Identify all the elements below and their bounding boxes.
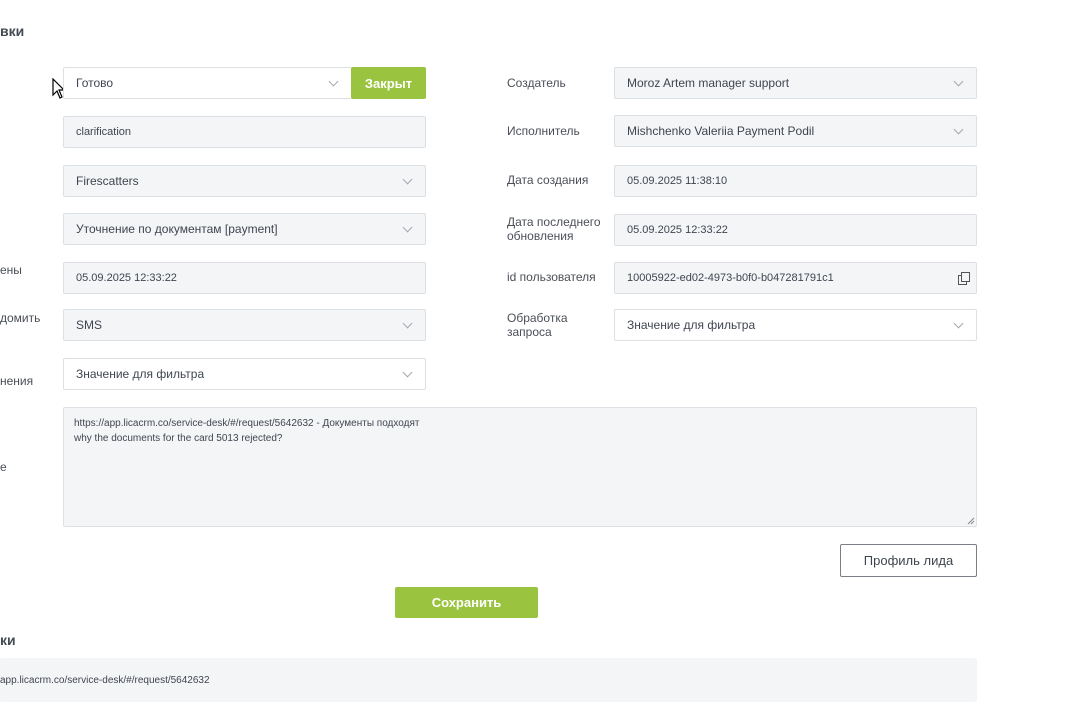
updated-label: Дата последнего обновления [507, 215, 601, 243]
created-label: Дата создания [507, 173, 589, 187]
comment-textarea[interactable]: https://app.licacrm.co/service-desk/#/re… [63, 407, 977, 527]
executor-select[interactable]: Mishchenko Valeriia Payment Podil [614, 115, 977, 147]
user-id-field[interactable]: 10005922-ed02-4973-b0f0-b047281791c1 [614, 262, 977, 294]
changed-date-field[interactable]: 05.09.2025 12:33:22 [63, 262, 426, 294]
creator-value: Moroz Artem manager support [627, 76, 790, 90]
chevron-down-icon [953, 76, 964, 86]
creator-select[interactable]: Moroz Artem manager support [614, 67, 977, 99]
executor-label: Исполнитель [507, 124, 580, 138]
notify-method-value: SMS [76, 318, 103, 332]
resize-handle-icon[interactable] [967, 517, 975, 525]
notify-label: домить [0, 311, 41, 325]
updated-date-value: 05.09.2025 12:33:22 [627, 224, 728, 236]
comment-line-2: why the documents for the card 5013 reje… [74, 433, 283, 444]
close-status-button[interactable]: Закрыт [351, 67, 426, 99]
resolution-select[interactable]: Значение для фильтра [63, 358, 426, 390]
page-title: вки [0, 23, 25, 39]
updated-label-line1: Дата последнего [507, 215, 601, 229]
processing-label-line2: запроса [507, 325, 552, 339]
creator-label: Создатель [507, 76, 566, 90]
project-value: Firescatters [76, 174, 139, 188]
category-select[interactable]: Уточнение по документам [payment] [63, 213, 426, 245]
request-link[interactable]: app.licacrm.co/service-desk/#/request/56… [0, 675, 210, 686]
comment-label: е [0, 460, 7, 474]
copy-icon[interactable] [958, 272, 970, 285]
chevron-down-icon [402, 367, 413, 377]
created-date-value: 05.09.2025 11:38:10 [627, 175, 728, 187]
chevron-down-icon [402, 222, 413, 232]
changed-label: ены [0, 263, 22, 277]
changed-date-value: 05.09.2025 12:33:22 [76, 272, 177, 284]
link-row: app.licacrm.co/service-desk/#/request/56… [0, 658, 977, 702]
resolution-value: Значение для фильтра [76, 367, 205, 381]
processing-label-line1: Обработка [507, 311, 568, 325]
tag-input[interactable]: clarification [63, 116, 426, 148]
processing-label: Обработка запроса [507, 311, 568, 339]
save-button[interactable]: Сохранить [395, 587, 538, 618]
created-date-field: 05.09.2025 11:38:10 [614, 165, 977, 197]
category-value: Уточнение по документам [payment] [76, 222, 278, 236]
status-value: Готово [76, 76, 114, 90]
user-id-value: 10005922-ed02-4973-b0f0-b047281791c1 [627, 272, 834, 284]
tag-value: clarification [76, 126, 132, 138]
executor-value: Mishchenko Valeriia Payment Podil [627, 124, 815, 138]
updated-label-line2: обновления [507, 229, 574, 243]
chevron-down-icon [328, 76, 339, 86]
user-id-label: id пользователя [507, 270, 596, 284]
chevron-down-icon [402, 174, 413, 184]
status-select[interactable]: Готово [63, 67, 352, 99]
processing-value: Значение для фильтра [627, 318, 756, 332]
lead-profile-button[interactable]: Профиль лида [840, 544, 977, 577]
processing-select[interactable]: Значение для фильтра [614, 309, 977, 341]
chevron-down-icon [953, 124, 964, 134]
chevron-down-icon [402, 318, 413, 328]
notify-method-select[interactable]: SMS [63, 309, 426, 341]
updated-date-field: 05.09.2025 12:33:22 [614, 214, 977, 246]
chevron-down-icon [953, 318, 964, 328]
section-title: ки [0, 632, 16, 648]
comment-line-1: https://app.licacrm.co/service-desk/#/re… [74, 418, 420, 429]
project-select[interactable]: Firescatters [63, 165, 426, 197]
resolution-label: нения [0, 374, 34, 388]
